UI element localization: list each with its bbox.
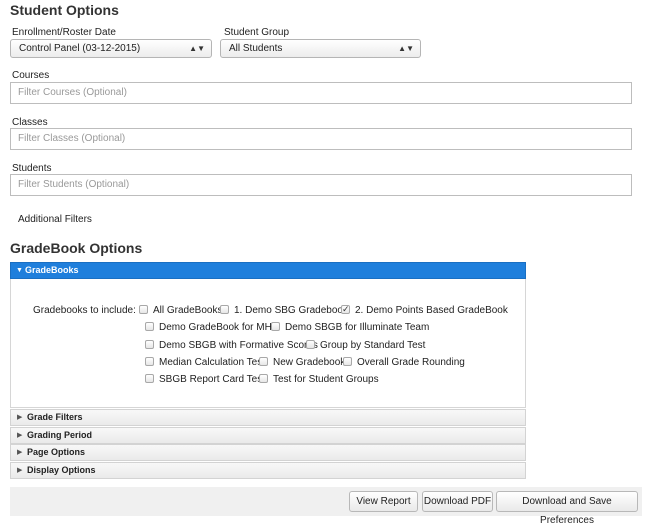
classes-filter-input[interactable]: Filter Classes (Optional) xyxy=(10,128,632,150)
caret-right-icon: ▶ xyxy=(17,449,23,456)
gradebook-checkbox-median[interactable]: Median Calculation Test xyxy=(145,357,265,369)
additional-filters-link[interactable]: Additional Filters xyxy=(18,214,92,225)
gradebook-option-label: 1. Demo SBG Gradebook xyxy=(234,305,348,316)
grade-filters-title: Grade Filters xyxy=(27,412,83,422)
gradebook-option-label: SBGB Report Card Test xyxy=(159,374,265,385)
gradebook-options-heading: GradeBook Options xyxy=(10,240,143,256)
gradebook-option-label: New Gradebook xyxy=(273,357,346,368)
gradebooks-include-label: Gradebooks to include: xyxy=(33,305,136,316)
checkbox-icon xyxy=(259,374,268,383)
gradebook-checkbox-demo-sbg[interactable]: 1. Demo SBG Gradebook xyxy=(220,305,348,317)
gradebook-checkbox-group-standard[interactable]: Group by Standard Test xyxy=(306,340,425,352)
caret-right-icon: ▶ xyxy=(17,467,23,474)
checkbox-icon xyxy=(145,340,154,349)
classes-filter-placeholder: Filter Classes (Optional) xyxy=(18,133,126,144)
gradebook-option-label: Demo GradeBook for MHS xyxy=(159,322,279,333)
checkbox-icon xyxy=(220,305,229,314)
enrollment-date-select[interactable]: Control Panel (03-12-2015) ▲▼ xyxy=(10,39,212,58)
student-group-select[interactable]: All Students ▲▼ xyxy=(220,39,421,58)
enrollment-date-label: Enrollment/Roster Date xyxy=(12,27,116,38)
gradebook-checkbox-student-groups[interactable]: Test for Student Groups xyxy=(259,374,379,386)
gradebook-option-label: Group by Standard Test xyxy=(320,340,426,351)
checkbox-icon xyxy=(139,305,148,314)
page-options-title: Page Options xyxy=(27,447,86,457)
gradebook-checkbox-rounding[interactable]: Overall Grade Rounding xyxy=(343,357,465,369)
gradebook-checkbox-all[interactable]: All GradeBooks xyxy=(139,305,222,317)
checkbox-icon xyxy=(259,357,268,366)
students-filter-input[interactable]: Filter Students (Optional) xyxy=(10,174,632,196)
gradebooks-section-header[interactable]: ▼ GradeBooks xyxy=(10,262,526,279)
gradebook-option-label: Test for Student Groups xyxy=(273,374,379,385)
caret-right-icon: ▶ xyxy=(17,432,23,439)
checkbox-icon xyxy=(343,357,352,366)
grading-period-section-header[interactable]: ▶ Grading Period xyxy=(10,427,526,444)
checkbox-icon xyxy=(271,322,280,331)
checkbox-icon xyxy=(306,340,315,349)
grade-filters-section-header[interactable]: ▶ Grade Filters xyxy=(10,409,526,426)
gradebook-option-label: Demo SBGB with Formative Scores xyxy=(159,340,318,351)
display-options-section-header[interactable]: ▶ Display Options xyxy=(10,462,526,479)
caret-right-icon: ▶ xyxy=(17,414,23,421)
caret-down-icon: ▼ xyxy=(16,267,23,274)
student-group-label: Student Group xyxy=(224,27,290,38)
download-save-preferences-button[interactable]: Download and Save Preferences xyxy=(496,491,638,526)
student-group-value: All Students xyxy=(229,43,283,54)
gradebook-checkbox-new[interactable]: New Gradebook xyxy=(259,357,345,369)
gradebook-checkbox-report-card[interactable]: SBGB Report Card Test xyxy=(145,374,265,386)
students-filter-placeholder: Filter Students (Optional) xyxy=(18,179,130,190)
checkbox-checked-icon xyxy=(341,303,350,315)
courses-filter-placeholder: Filter Courses (Optional) xyxy=(18,87,127,98)
checkbox-icon xyxy=(145,357,154,366)
page-options-section-header[interactable]: ▶ Page Options xyxy=(10,444,526,461)
gradebook-option-label: All GradeBooks xyxy=(153,305,223,316)
display-options-title: Display Options xyxy=(27,465,96,475)
download-pdf-button[interactable]: Download PDF xyxy=(422,491,493,512)
courses-filter-input[interactable]: Filter Courses (Optional) xyxy=(10,82,632,104)
checkbox-icon xyxy=(145,374,154,383)
students-label: Students xyxy=(12,163,52,174)
select-arrows-icon: ▲▼ xyxy=(189,44,205,53)
gradebooks-section-title: GradeBooks xyxy=(25,265,79,275)
gradebook-checkbox-illuminate[interactable]: Demo SBGB for Illuminate Team xyxy=(271,322,429,334)
gradebook-option-label: Median Calculation Test xyxy=(159,357,265,368)
grading-period-title: Grading Period xyxy=(27,430,93,440)
classes-label: Classes xyxy=(12,117,48,128)
gradebook-checkbox-formative[interactable]: Demo SBGB with Formative Scores xyxy=(145,340,318,352)
gradebook-checkbox-mhs[interactable]: Demo GradeBook for MHS xyxy=(145,322,279,334)
select-arrows-icon: ▲▼ xyxy=(398,44,414,53)
checkbox-icon xyxy=(145,322,154,331)
gradebook-option-label: Overall Grade Rounding xyxy=(357,357,465,368)
gradebook-option-label: 2. Demo Points Based GradeBook xyxy=(355,305,508,316)
view-report-button[interactable]: View Report xyxy=(349,491,418,512)
enrollment-date-value: Control Panel (03-12-2015) xyxy=(19,43,141,54)
courses-label: Courses xyxy=(12,70,50,81)
gradebook-checkbox-demo-points[interactable]: 2. Demo Points Based GradeBook xyxy=(341,303,508,317)
gradebook-option-label: Demo SBGB for Illuminate Team xyxy=(285,322,430,333)
student-options-heading: Student Options xyxy=(10,2,119,18)
